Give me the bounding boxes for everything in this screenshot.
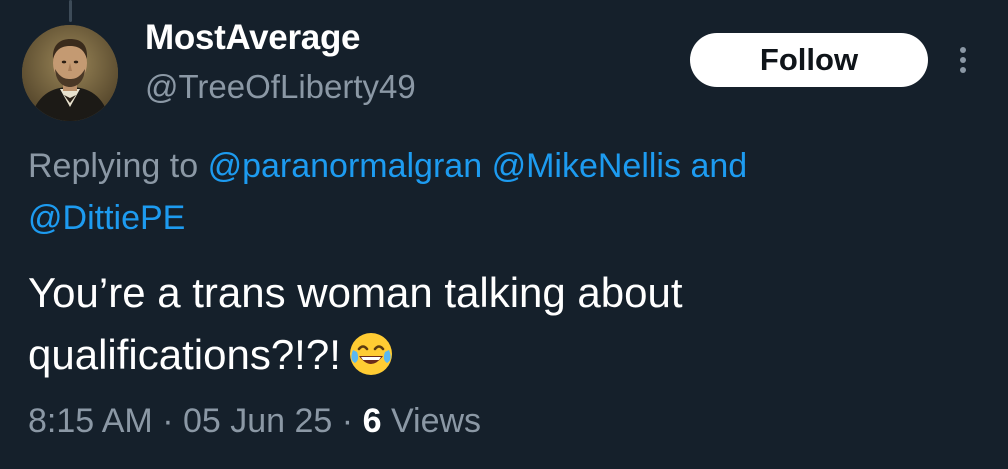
tweet-text-line: You’re a trans woman talking about bbox=[28, 269, 683, 316]
tweet-text-line: qualifications?!?! bbox=[28, 331, 341, 378]
user-handle[interactable]: @TreeOfLiberty49 bbox=[145, 68, 416, 106]
replying-to-conjunction: and bbox=[690, 147, 748, 185]
avatar[interactable] bbox=[22, 25, 118, 121]
follow-button[interactable]: Follow bbox=[690, 33, 928, 87]
views-label: Views bbox=[390, 402, 482, 440]
tweet-time[interactable]: 8:15 AM bbox=[28, 402, 153, 440]
tweet-text: You’re a trans woman talking about quali… bbox=[28, 262, 978, 386]
replying-to-prefix: Replying to bbox=[28, 147, 199, 185]
face-with-tears-of-joy-icon bbox=[347, 330, 395, 378]
mention-link[interactable]: @MikeNellis bbox=[492, 147, 681, 185]
meta-separator: · bbox=[341, 402, 354, 440]
views-count: 6 bbox=[362, 402, 382, 440]
tweet-date[interactable]: 05 Jun 25 bbox=[183, 402, 332, 440]
meta-separator: · bbox=[162, 402, 174, 440]
display-name[interactable]: MostAverage bbox=[145, 18, 361, 58]
thread-connector-line bbox=[69, 0, 72, 22]
mention-link[interactable]: @DittiePE bbox=[28, 199, 185, 237]
mention-link[interactable]: @paranormalgran bbox=[208, 147, 483, 185]
tweet-card: MostAverage @TreeOfLiberty49 Follow Repl… bbox=[0, 0, 1008, 469]
replying-to-line: Replying to @paranormalgran @MikeNellis … bbox=[28, 140, 988, 244]
tweet-metadata: 8:15 AM · 05 Jun 25 · 6 Views bbox=[28, 402, 481, 441]
avatar-portrait-image bbox=[22, 25, 118, 121]
more-vertical-icon[interactable] bbox=[950, 40, 976, 80]
